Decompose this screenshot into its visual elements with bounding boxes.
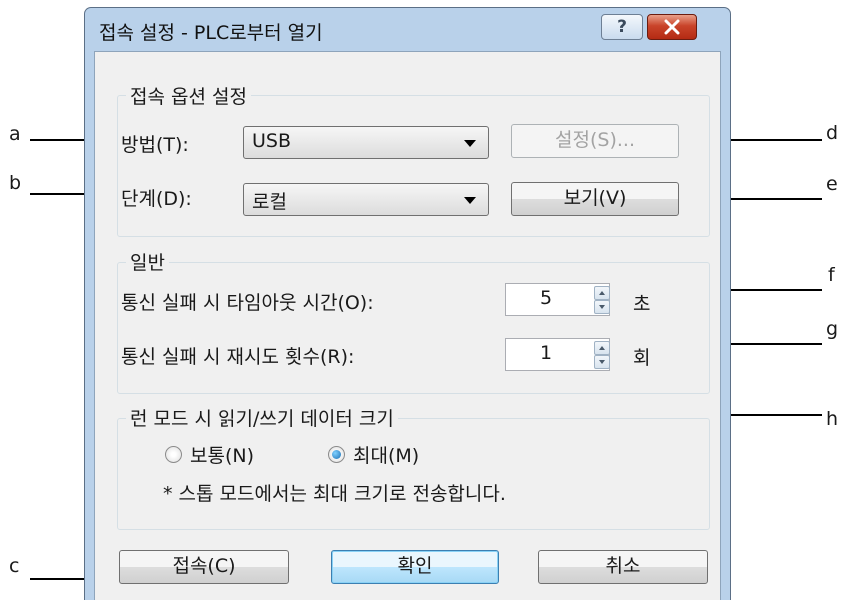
help-button[interactable]: ? (601, 14, 643, 40)
general-group (117, 262, 710, 394)
callout-label-e: e (826, 173, 838, 195)
timeout-unit: 초 (633, 293, 651, 315)
retry-value: 1 (540, 342, 553, 364)
close-icon (664, 19, 680, 35)
run-mode-group (117, 418, 710, 530)
connect-button[interactable]: 접속(C) (119, 550, 289, 584)
retry-spin-buttons[interactable] (594, 341, 610, 369)
callout-label-d: d (826, 122, 839, 144)
general-legend: 일반 (126, 248, 169, 275)
run-mode-legend: 런 모드 시 읽기/쓰기 데이터 크기 (126, 404, 398, 431)
connection-options-legend: 접속 옵션 설정 (126, 82, 251, 109)
retry-label: 통신 실패 시 재시도 횟수(R): (121, 346, 355, 368)
spin-up-icon[interactable] (594, 286, 610, 300)
level-label: 단계(D): (121, 188, 192, 210)
method-value: USB (252, 130, 292, 152)
callout-label-b: b (9, 172, 22, 194)
cancel-button[interactable]: 취소 (538, 550, 708, 584)
callout-label-c: c (9, 555, 20, 577)
settings-button[interactable]: 설정(S)... (511, 124, 679, 158)
ok-button[interactable]: 확인 (331, 550, 499, 584)
max-radio-label[interactable]: 최대(M) (353, 441, 419, 468)
method-label: 방법(T): (121, 134, 189, 156)
view-button[interactable]: 보기(V) (511, 182, 679, 216)
stop-mode-note: * 스톱 모드에서는 최대 크기로 전송합니다. (163, 483, 506, 505)
callout-label-f: f (828, 264, 835, 286)
help-icon: ? (617, 17, 627, 37)
max-radio[interactable] (328, 446, 345, 463)
level-value: 로컬 (252, 191, 287, 213)
callout-label-h: h (826, 408, 839, 430)
timeout-label: 통신 실패 시 타임아웃 시간(O): (121, 292, 374, 314)
chevron-down-icon (464, 197, 476, 204)
retry-unit: 회 (633, 347, 651, 369)
method-select[interactable]: USB (243, 126, 489, 159)
timeout-spin-buttons[interactable] (594, 286, 610, 314)
dialog-client-area: 접속 옵션 설정 방법(T): USB 설정(S)... 단계(D): 로컬 보… (94, 51, 721, 600)
level-select[interactable]: 로컬 (243, 183, 489, 216)
timeout-spinner[interactable]: 5 (505, 283, 610, 316)
timeout-value: 5 (540, 287, 553, 309)
connection-settings-dialog: 접속 설정 - PLC로부터 열기 ? 접속 옵션 설정 방법(T): USB … (84, 7, 731, 600)
callout-label-g: g (826, 318, 839, 340)
dialog-title: 접속 설정 - PLC로부터 열기 (99, 22, 323, 44)
normal-radio-label[interactable]: 보통(N) (190, 441, 254, 468)
normal-radio[interactable] (165, 446, 182, 463)
spin-up-icon[interactable] (594, 341, 610, 355)
retry-spinner[interactable]: 1 (505, 338, 610, 371)
spin-down-icon[interactable] (594, 300, 610, 314)
chevron-down-icon (464, 140, 476, 147)
close-button[interactable] (647, 14, 697, 40)
callout-label-a: a (9, 123, 21, 145)
spin-down-icon[interactable] (594, 355, 610, 369)
